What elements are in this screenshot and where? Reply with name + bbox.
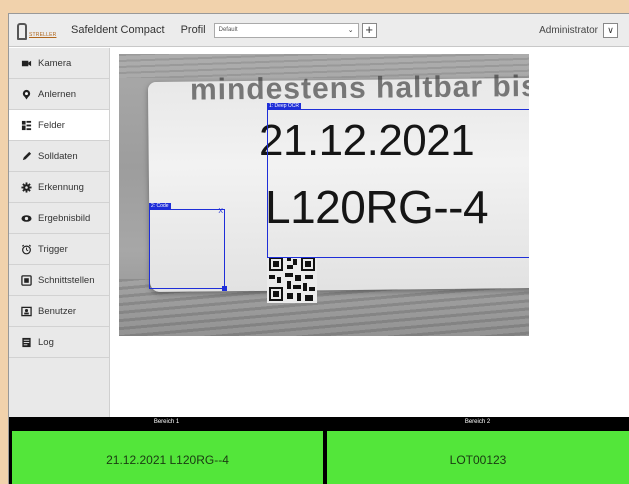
- app-window: STRELLER Safeldent Compact Profil Defaul…: [8, 13, 629, 484]
- sidebar-item-label: Log: [38, 336, 54, 348]
- profile-select[interactable]: Default ⌄: [213, 22, 359, 38]
- top-bar: STRELLER Safeldent Compact Profil Defaul…: [9, 14, 629, 47]
- roi-label: 2: Code: [149, 203, 171, 210]
- fields-icon: [20, 119, 32, 131]
- profile-value: Default: [218, 27, 238, 33]
- sidebar-item-label: Benutzer: [38, 305, 77, 317]
- logo-text: STRELLER: [29, 32, 57, 38]
- sidebar-item-label: Schnittstellen: [38, 274, 95, 286]
- sidebar-item-label: Ergebnisbild: [38, 212, 91, 224]
- results-panel: Bereich 1 Bereich 2 21.12.2021 L120RG--4…: [9, 417, 629, 484]
- sidebar-item-felder[interactable]: Felder: [9, 110, 109, 141]
- sidebar-item-benutzer[interactable]: Benutzer: [9, 296, 109, 327]
- qr-code-image: [267, 255, 317, 303]
- interface-icon: [20, 274, 32, 286]
- sidebar-item-anlernen[interactable]: Anlernen: [9, 79, 109, 110]
- sidebar-item-label: Erkennung: [38, 181, 84, 193]
- sidebar-item-schnittstellen[interactable]: Schnittstellen: [9, 265, 109, 296]
- sidebar: Kamera Anlernen Felder Solldaten Erkennu…: [9, 48, 110, 418]
- sidebar-item-label: Felder: [38, 119, 65, 131]
- location-pin-icon: [20, 88, 32, 100]
- result-value-1: 21.12.2021 L120RG--4: [12, 431, 323, 484]
- pencil-icon: [20, 150, 32, 162]
- user-name: Administrator: [539, 24, 598, 36]
- user-menu-button[interactable]: ∨: [603, 22, 618, 38]
- eye-icon: [20, 212, 32, 224]
- sidebar-item-label: Kamera: [38, 57, 72, 69]
- roi-code[interactable]: 2: Code X: [149, 203, 227, 291]
- chevron-down-icon: ⌄: [347, 27, 354, 34]
- sidebar-item-label: Anlernen: [38, 88, 77, 100]
- roi-label: 1: Deep OCR: [267, 103, 302, 110]
- user-card-icon: [20, 305, 32, 317]
- gear-icon: [20, 181, 32, 193]
- sidebar-item-erkennung[interactable]: Erkennung: [9, 172, 109, 203]
- sidebar-item-solldaten[interactable]: Solldaten: [9, 141, 109, 172]
- sidebar-item-log[interactable]: Log: [9, 327, 109, 358]
- roi-close-button[interactable]: X: [218, 208, 223, 215]
- result-text: LOT00123: [449, 453, 507, 467]
- profile-label: Profil: [180, 24, 206, 36]
- add-profile-button[interactable]: +: [361, 22, 377, 38]
- log-icon: [20, 336, 32, 348]
- sidebar-item-label: Solldaten: [38, 150, 78, 162]
- result-header-2: Bereich 2: [464, 419, 491, 425]
- camera-icon: [20, 57, 32, 69]
- roi-deep-ocr[interactable]: 1: Deep OCR X: [267, 103, 529, 258]
- roi-resize-handle[interactable]: [222, 286, 227, 291]
- alarm-clock-icon: [20, 243, 32, 255]
- result-value-2: LOT00123: [327, 431, 629, 484]
- label-top-text: mindestens haltbar bis:: [189, 69, 529, 107]
- result-header-1: Bereich 1: [153, 419, 180, 425]
- logo-mark: [17, 23, 27, 40]
- app-title: Safeldent Compact: [71, 24, 165, 36]
- sidebar-item-trigger[interactable]: Trigger: [9, 234, 109, 265]
- company-logo: STRELLER: [17, 20, 63, 40]
- result-text: 21.12.2021 L120RG--4: [106, 453, 229, 467]
- camera-image-viewer[interactable]: mindestens haltbar bis: 21.12.2021 L120R…: [119, 54, 529, 336]
- sidebar-item-label: Trigger: [38, 243, 68, 255]
- sidebar-item-kamera[interactable]: Kamera: [9, 48, 109, 79]
- sidebar-item-ergebnisbild[interactable]: Ergebnisbild: [9, 203, 109, 234]
